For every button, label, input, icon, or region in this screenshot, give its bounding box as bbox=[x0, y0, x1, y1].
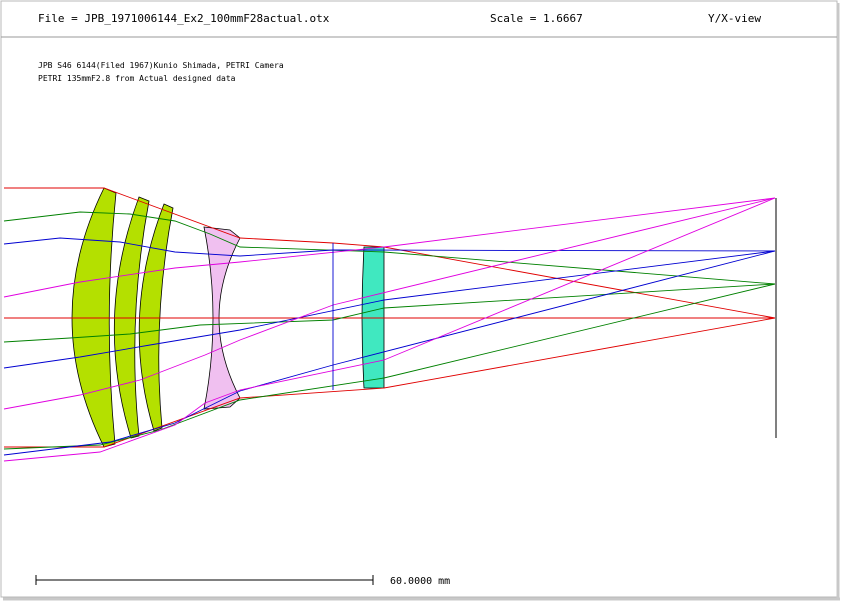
lens-layout-canvas bbox=[0, 0, 840, 601]
file-name-label: File = JPB_1971006144_Ex2_100mmF28actual… bbox=[38, 12, 330, 25]
patent-note: JPB S46 6144(Filed 1967)Kunio Shimada, P… bbox=[38, 61, 284, 70]
scale-label: Scale = 1.6667 bbox=[490, 12, 583, 25]
scale-bar-label: 60.0000 mm bbox=[390, 576, 451, 587]
design-note: PETRI 135mmF2.8 from Actual designed dat… bbox=[38, 74, 236, 83]
lens-element-5 bbox=[361, 246, 385, 389]
view-label: Y/X-view bbox=[708, 12, 761, 25]
